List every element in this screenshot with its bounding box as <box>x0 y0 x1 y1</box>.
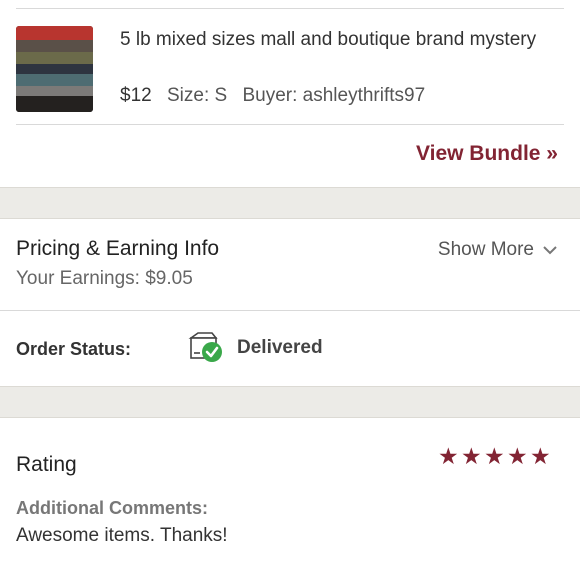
item-divider <box>16 124 564 125</box>
order-status-label: Order Status: <box>16 339 132 359</box>
item-thumbnail <box>16 26 93 112</box>
pricing-divider <box>0 310 580 311</box>
comments-text: Awesome items. Thanks! <box>16 525 228 546</box>
section-separator <box>0 187 580 219</box>
top-divider <box>16 8 564 9</box>
item-size: Size: S <box>166 85 228 106</box>
order-status-value: Delivered <box>237 337 323 358</box>
pricing-section-title: Pricing & Earning Info <box>16 237 220 260</box>
item-meta: $12 Size: S Buyer: ashleythrifts97 <box>120 82 425 110</box>
star-icon: ★ <box>484 443 505 469</box>
section-separator <box>0 386 580 418</box>
rating-label: Rating <box>16 453 77 476</box>
comments-label: Additional Comments: <box>16 498 208 518</box>
earnings-text: Your Earnings: $9.05 <box>16 268 193 289</box>
show-more-button[interactable]: Show More <box>438 239 558 261</box>
show-more-label: Show More <box>437 239 534 260</box>
rating-stars: ★ ★ ★ ★ ★ <box>438 443 551 469</box>
star-icon: ★ <box>438 443 459 469</box>
item-title[interactable]: 5 lb mixed sizes mall and boutique brand… <box>120 26 540 54</box>
chevron-down-icon <box>543 246 557 255</box>
item-buyer: Buyer: ashleythrifts97 <box>242 85 426 106</box>
item-price: $12 <box>120 85 152 106</box>
bundle-item[interactable]: 5 lb mixed sizes mall and boutique brand… <box>0 10 580 124</box>
star-icon: ★ <box>461 443 482 469</box>
star-icon: ★ <box>507 443 528 469</box>
view-bundle-link[interactable]: View Bundle » <box>416 142 558 166</box>
package-delivered-icon <box>188 332 222 362</box>
star-icon: ★ <box>530 443 551 469</box>
